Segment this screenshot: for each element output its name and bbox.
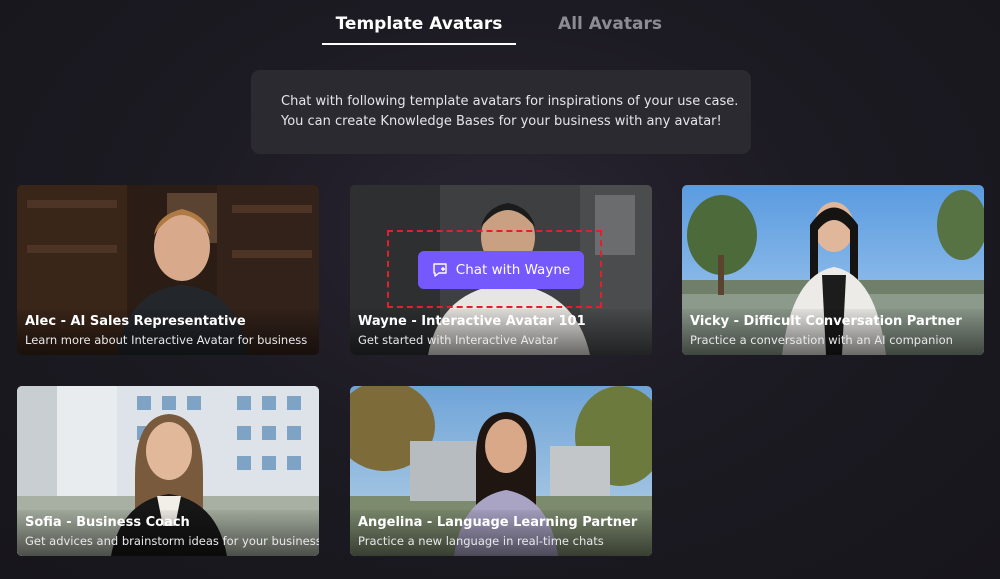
avatar-name: Vicky - Difficult Conversation Partner [690,314,962,329]
card-caption: Angelina - Language Learning Partner Pra… [350,510,652,556]
avatar-card-alec[interactable]: Alec - AI Sales Representative Learn mor… [17,185,319,355]
info-banner: Chat with following template avatars for… [251,70,751,154]
info-line-1: Chat with following template avatars for… [281,94,739,109]
tab-all-avatars[interactable]: All Avatars [540,14,680,34]
avatar-description: Practice a new language in real-time cha… [358,534,604,548]
info-line-2: You can create Knowledge Bases for your … [281,114,722,129]
card-caption: Vicky - Difficult Conversation Partner P… [682,309,984,355]
avatar-name: Angelina - Language Learning Partner [358,515,638,530]
avatar-description: Learn more about Interactive Avatar for … [25,333,308,347]
chat-with-wayne-button[interactable]: Chat with Wayne [418,251,584,289]
avatar-card-vicky[interactable]: Vicky - Difficult Conversation Partner P… [682,185,984,355]
card-caption: Sofia - Business Coach Get advices and b… [17,510,319,556]
avatar-description: Practice a conversation with an AI compa… [690,333,953,347]
avatar-name: Wayne - Interactive Avatar 101 [358,314,586,329]
card-caption: Wayne - Interactive Avatar 101 Get start… [350,309,652,355]
avatar-description: Get started with Interactive Avatar [358,333,558,347]
chat-plus-icon [433,263,447,277]
avatar-card-sofia[interactable]: Sofia - Business Coach Get advices and b… [17,386,319,556]
avatar-card-wayne[interactable]: Wayne - Interactive Avatar 101 Get start… [350,185,652,355]
card-caption: Alec - AI Sales Representative Learn mor… [17,309,319,355]
avatar-name: Sofia - Business Coach [25,515,190,530]
tab-template-avatars[interactable]: Template Avatars [322,14,516,34]
chat-button-label: Chat with Wayne [455,262,571,278]
avatar-card-angelina[interactable]: Angelina - Language Learning Partner Pra… [350,386,652,556]
avatar-description: Get advices and brainstorm ideas for you… [25,534,319,548]
active-tab-underline [322,43,516,45]
avatar-tabs: Template Avatars All Avatars [0,0,1000,46]
avatar-name: Alec - AI Sales Representative [25,314,246,329]
